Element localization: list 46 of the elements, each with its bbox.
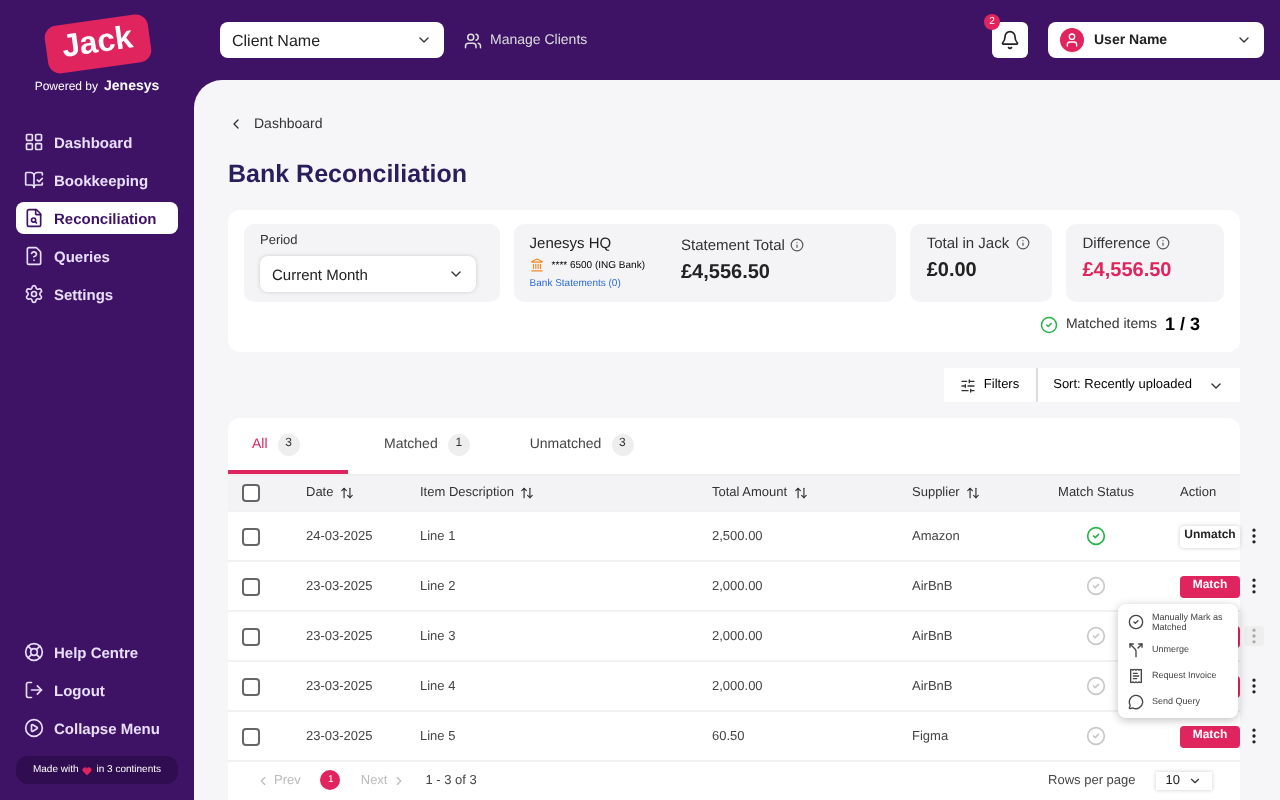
row-checkbox[interactable] bbox=[242, 577, 260, 595]
chevron-left-icon bbox=[228, 116, 244, 132]
bell-icon bbox=[1000, 30, 1020, 50]
chevron-down-icon bbox=[448, 266, 464, 282]
sort-icon bbox=[965, 486, 980, 500]
total-value: £4,556.50 bbox=[1082, 260, 1174, 282]
receipt-icon bbox=[1128, 667, 1144, 683]
chevron-down-icon bbox=[1236, 32, 1252, 48]
chevron-down-icon bbox=[416, 32, 432, 48]
document-search-icon bbox=[24, 208, 44, 228]
client-select[interactable]: Client Name bbox=[220, 22, 444, 58]
play-circle-icon bbox=[24, 718, 44, 738]
row-checkbox[interactable] bbox=[242, 527, 260, 545]
sort-icon bbox=[793, 486, 808, 500]
book-icon bbox=[24, 170, 44, 190]
chat-bubble-icon bbox=[1128, 693, 1144, 709]
check-circle-icon bbox=[1128, 613, 1144, 629]
row-checkbox[interactable] bbox=[242, 627, 260, 645]
avatar-icon bbox=[1060, 28, 1084, 52]
row-checkbox[interactable] bbox=[242, 677, 260, 695]
sort-icon bbox=[339, 486, 354, 500]
chevron-left-icon bbox=[256, 773, 270, 787]
settings-icon bbox=[24, 284, 44, 304]
total-value: £0.00 bbox=[926, 260, 979, 282]
heart-icon bbox=[82, 765, 93, 775]
page-title: Bank Reconciliation bbox=[228, 160, 469, 188]
chevron-down-icon bbox=[1188, 773, 1202, 787]
document-question-icon bbox=[24, 246, 44, 266]
users-icon bbox=[464, 31, 482, 49]
matched-items-count: 1 / 3 bbox=[1164, 314, 1200, 334]
sort-icon bbox=[519, 486, 534, 500]
bank-icon bbox=[529, 258, 544, 272]
sliders-icon bbox=[959, 377, 976, 393]
info-icon bbox=[1015, 236, 1030, 250]
chevron-right-icon bbox=[391, 773, 406, 787]
grid-icon bbox=[24, 132, 44, 152]
total-value: £4,556.50 bbox=[681, 262, 772, 284]
split-icon bbox=[1128, 641, 1144, 657]
logo: Jack bbox=[42, 13, 152, 75]
logout-icon bbox=[24, 680, 44, 700]
select-all-checkbox[interactable] bbox=[242, 484, 260, 502]
lifebuoy-icon bbox=[24, 642, 44, 662]
row-checkbox[interactable] bbox=[242, 727, 260, 745]
check-circle-icon bbox=[1039, 315, 1058, 333]
info-icon bbox=[790, 238, 805, 252]
info-icon bbox=[1156, 236, 1171, 250]
